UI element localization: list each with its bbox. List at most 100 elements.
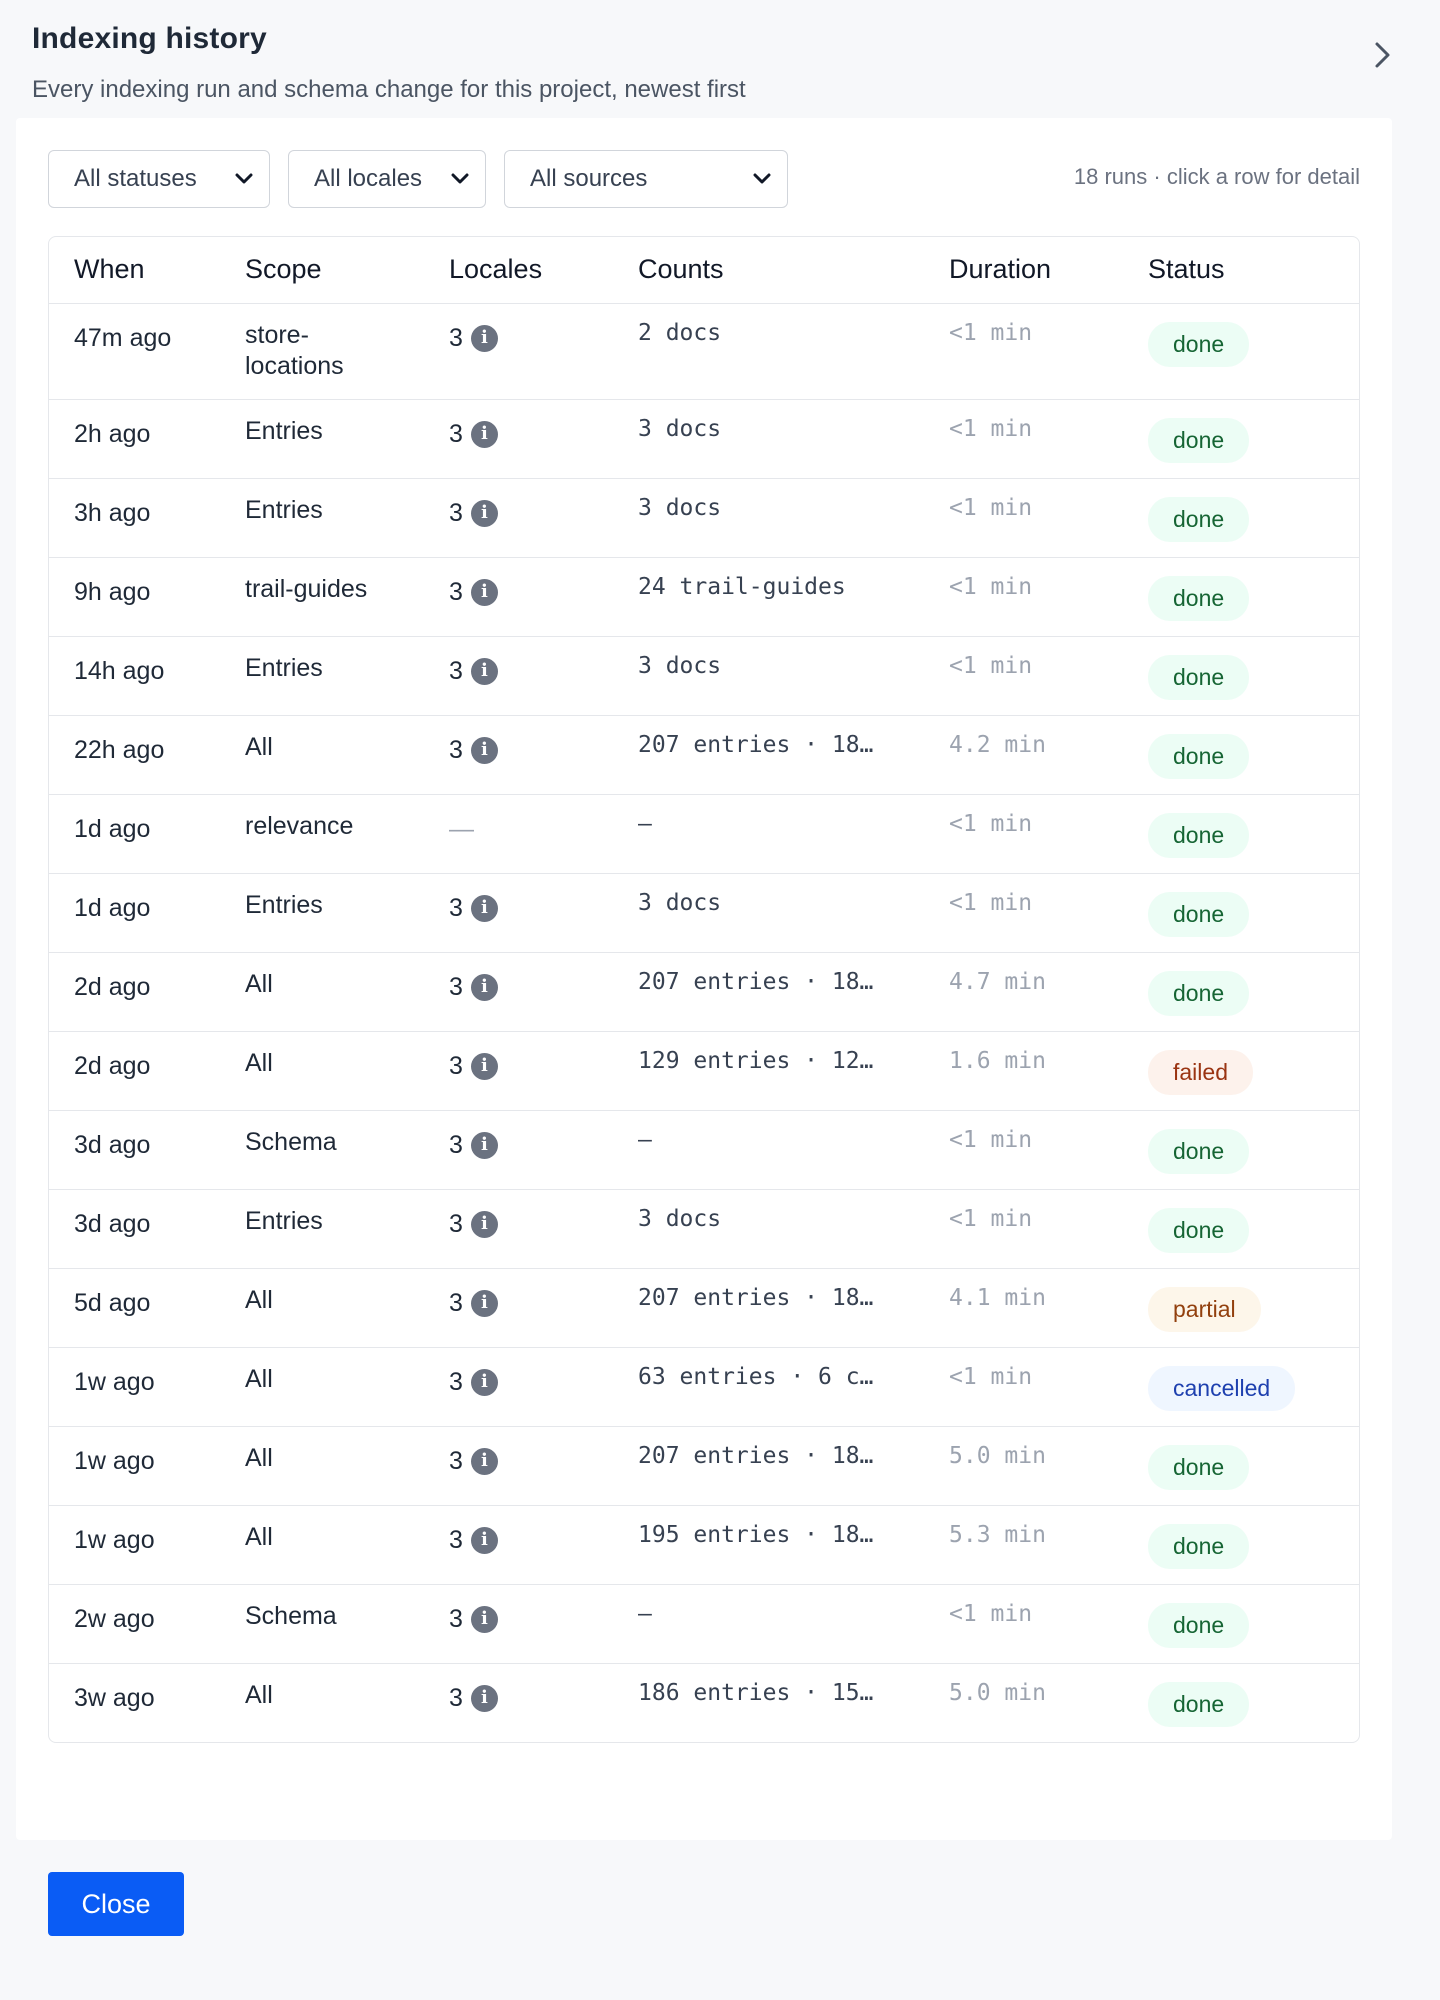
column-header-status[interactable]: Status [1123, 237, 1359, 304]
table-row[interactable]: 1w ago All 3 i 207 entries · 18… 5.0 min done [49, 1426, 1359, 1506]
table-row[interactable]: 1d ago Entries 3 i 3 docs <1 min done [49, 873, 1359, 953]
info-icon[interactable]: i [470, 1684, 498, 1712]
cell-scope: All [220, 1347, 424, 1427]
info-icon[interactable]: i [470, 1052, 498, 1080]
cell-when: 3h ago [49, 478, 220, 558]
cell-duration: 4.1 min [924, 1268, 1123, 1348]
cell-locales: 3i [424, 1347, 613, 1427]
cell-counts: 129 entries · 12… [613, 1031, 924, 1111]
source-filter-select[interactable]: All sources [504, 150, 788, 208]
status-badge: done [1148, 812, 1250, 859]
table-row[interactable]: 3w ago All 3 i 186 entries · 15… 5.0 min done [49, 1663, 1359, 1742]
chevron-down-icon [451, 173, 469, 184]
cell-scope: All [220, 1505, 424, 1585]
info-icon[interactable]: i [470, 1368, 498, 1396]
cell-when: 9h ago [49, 557, 220, 637]
cell-when: 1w ago [49, 1505, 220, 1585]
table-row[interactable]: 2w ago Schema 3 i – <1 min done [49, 1584, 1359, 1664]
cell-scope: All [220, 715, 424, 795]
column-header-duration[interactable]: Duration [924, 237, 1123, 304]
cell-status: done [1123, 1663, 1359, 1742]
info-icon[interactable]: i [470, 1526, 498, 1554]
scope-value: Schema [245, 1601, 337, 1630]
dialog-header: Indexing history Every indexing run and … [32, 22, 1408, 104]
table-row[interactable]: 9h ago trail-guides 3 i 24 trail-guides <1 mi… [49, 557, 1359, 637]
cell-scope: All [220, 1663, 424, 1742]
locales-value: 3 [449, 1525, 463, 1554]
locales-group: 3i [449, 1526, 613, 1555]
table-row[interactable]: 3h ago Entries 3 i 3 docs <1 min done [49, 478, 1359, 558]
locales-group: 3i [449, 420, 613, 449]
info-icon[interactable]: i [470, 657, 498, 685]
cell-locales: 3i [424, 399, 613, 479]
locales-group: 3i [449, 1131, 613, 1160]
chevron-down-icon [753, 173, 771, 184]
cell-status: failed [1123, 1031, 1359, 1111]
cell-scope: Entries [220, 636, 424, 716]
info-icon[interactable]: i [470, 499, 498, 527]
locales-value: 3 [449, 1051, 463, 1080]
info-icon[interactable]: i [470, 894, 498, 922]
locales-group: 3i [449, 1289, 613, 1318]
cell-status: done [1123, 1584, 1359, 1664]
info-icon[interactable]: i [470, 1210, 498, 1238]
table-row[interactable]: 3d ago Schema 3 i – <1 min done [49, 1110, 1359, 1190]
table-row[interactable]: 14h ago Entries 3 i 3 docs <1 min done [49, 636, 1359, 716]
info-icon[interactable]: i [470, 324, 498, 352]
cell-status: done [1123, 873, 1359, 953]
cell-duration: <1 min [924, 1189, 1123, 1269]
scope-value: Entries [245, 890, 323, 919]
status-badge: done [1148, 654, 1250, 701]
cell-scope: Entries [220, 478, 424, 558]
status-badge: done [1148, 1681, 1250, 1728]
source-filter-value: All sources [530, 165, 648, 192]
table-row[interactable]: 5d ago All 3 i 207 entries · 18… 4.1 min parti… [49, 1268, 1359, 1348]
column-header-locales[interactable]: Locales [424, 237, 613, 304]
status-badge: partial [1148, 1286, 1261, 1333]
info-icon[interactable]: i [470, 1447, 498, 1475]
cell-counts: 63 entries · 6 c… [613, 1347, 924, 1427]
cell-locales: 3i [424, 1268, 613, 1348]
cell-locales: — [424, 794, 613, 874]
cell-scope: Entries [220, 399, 424, 479]
cell-when: 2d ago [49, 1031, 220, 1111]
status-badge: failed [1148, 1049, 1253, 1096]
table-row[interactable]: 47m ago store- locations 3 i 2 docs <1 min don… [49, 303, 1359, 400]
info-icon[interactable]: i [470, 736, 498, 764]
scope-value: All [245, 1364, 273, 1393]
info-icon[interactable]: i [470, 1289, 498, 1317]
status-badge: done [1148, 417, 1250, 464]
table-row[interactable]: 22h ago All 3 i 207 entries · 18… 4.2 min done [49, 715, 1359, 795]
info-icon[interactable]: i [470, 578, 498, 606]
table-row[interactable]: 1d ago relevance — – <1 min done [49, 794, 1359, 874]
cell-locales: 3i [424, 557, 613, 637]
cell-scope: Schema [220, 1584, 424, 1664]
status-badge: done [1148, 1207, 1250, 1254]
locales-group: 3i [449, 1447, 613, 1476]
locales-value: 3 [449, 1130, 463, 1159]
table-row[interactable]: 3d ago Entries 3 i 3 docs <1 min done [49, 1189, 1359, 1269]
table-row[interactable]: 1w ago All 3 i 63 entries · 6 c… <1 min cancel… [49, 1347, 1359, 1427]
column-header-scope[interactable]: Scope [220, 237, 424, 304]
scope-value: All [245, 1680, 273, 1709]
table-row[interactable]: 2d ago All 3 i 207 entries · 18… 4.7 min done [49, 952, 1359, 1032]
status-filter-select[interactable]: All statuses [48, 150, 270, 208]
column-header-counts[interactable]: Counts [613, 237, 924, 304]
cell-when: 2w ago [49, 1584, 220, 1664]
locale-filter-select[interactable]: All locales [288, 150, 486, 208]
table-row[interactable]: 1w ago All 3 i 195 entries · 18… 5.3 min done [49, 1505, 1359, 1585]
info-icon[interactable]: i [470, 1605, 498, 1633]
cell-locales: 3i [424, 715, 613, 795]
table-row[interactable]: 2h ago Entries 3 i 3 docs <1 min done [49, 399, 1359, 479]
cell-when: 22h ago [49, 715, 220, 795]
chevron-right-icon[interactable] [1366, 38, 1400, 72]
scope-value: All [245, 1443, 273, 1472]
info-icon[interactable]: i [470, 973, 498, 1001]
table-row[interactable]: 2d ago All 3 i 129 entries · 12… 1.6 min faile… [49, 1031, 1359, 1111]
info-icon[interactable]: i [470, 1131, 498, 1159]
close-button[interactable]: Close [48, 1872, 184, 1936]
column-header-when[interactable]: When [49, 237, 220, 304]
cell-status: cancelled [1123, 1347, 1359, 1427]
cell-status: done [1123, 1426, 1359, 1506]
info-icon[interactable]: i [470, 420, 498, 448]
